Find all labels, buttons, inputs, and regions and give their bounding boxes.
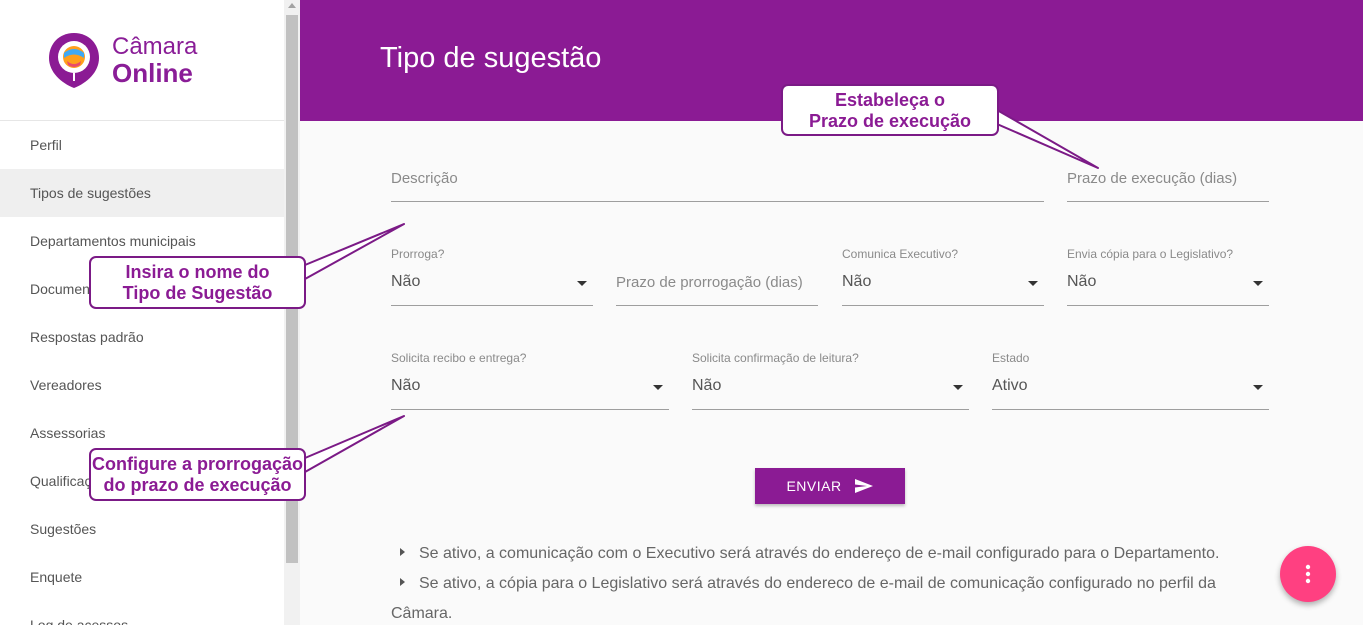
sidebar-item-respostas-padrao[interactable]: Respostas padrão: [0, 313, 284, 361]
prorroga-select[interactable]: Prorroga? Não: [391, 246, 593, 306]
chevron-down-icon: [653, 385, 663, 390]
sidebar: Câmara Online Perfil Tipos de sugestões …: [0, 0, 284, 625]
callout-prazo-line1: Estabeleça o: [834, 90, 946, 110]
chevron-down-icon: [1028, 281, 1038, 286]
prorroga-value: Não: [391, 273, 421, 290]
chevron-down-icon: [953, 385, 963, 390]
note-legislativo: Se ativo, a cópia para o Legislativo ser…: [400, 569, 1216, 599]
comunica-executivo-label: Comunica Executivo?: [842, 247, 959, 261]
chevron-down-icon: [1253, 385, 1263, 390]
sidebar-item-enquete[interactable]: Enquete: [0, 553, 284, 601]
solicita-confirmacao-select[interactable]: Solicita confirmação de leitura? Não: [692, 350, 969, 410]
callout-prazo-execucao: Estabeleça o Prazo de execução: [781, 84, 999, 136]
more-vert-icon: [1305, 564, 1311, 584]
callout-nome-line1: Insira o nome do: [125, 262, 270, 282]
callout-nome-line2: Tipo de Sugestão: [122, 283, 273, 303]
bullet-arrow-icon: [400, 548, 405, 556]
logo-line1: Câmara: [112, 33, 198, 60]
estado-label: Estado: [992, 351, 1030, 365]
sidebar-item-tipos-de-sugestoes[interactable]: Tipos de sugestões: [0, 169, 284, 217]
prazo-execucao-placeholder: Prazo de execução (dias): [1067, 170, 1238, 187]
enviar-button[interactable]: ENVIAR: [755, 468, 905, 504]
page-title: Tipo de sugestão: [380, 42, 602, 74]
sidebar-item-vereadores[interactable]: Vereadores: [0, 361, 284, 409]
solicita-recibo-label: Solicita recibo e entrega?: [391, 351, 527, 365]
solicita-recibo-select[interactable]: Solicita recibo e entrega? Não: [391, 350, 669, 410]
prazo-execucao-input[interactable]: Prazo de execução (dias): [1067, 165, 1269, 202]
estado-select[interactable]: Estado Ativo: [992, 350, 1269, 410]
comunica-executivo-value: Não: [842, 273, 872, 290]
envia-copia-select[interactable]: Envia cópia para o Legislativo? Não: [1067, 246, 1269, 306]
envia-copia-value: Não: [1067, 273, 1097, 290]
note-legislativo-cont: Câmara.: [391, 605, 453, 622]
sidebar-item-sugestoes[interactable]: Sugestões: [0, 505, 284, 553]
callout-nome-tipo: Insira o nome do Tipo de Sugestão: [89, 256, 306, 309]
prorroga-label: Prorroga?: [391, 247, 445, 261]
callout-prorrogacao-line1: Configure a prorrogação: [91, 454, 304, 474]
map-pin-globe-icon: [49, 33, 99, 88]
chevron-down-icon: [577, 281, 587, 286]
descricao-input[interactable]: Descrição: [391, 165, 1044, 202]
enviar-label: ENVIAR: [786, 478, 842, 494]
more-options-fab[interactable]: [1280, 546, 1336, 602]
note-legislativo-text: Se ativo, a cópia para o Legislativo ser…: [419, 575, 1216, 592]
descricao-placeholder: Descrição: [391, 170, 458, 187]
scroll-up-arrow-icon[interactable]: [288, 3, 296, 8]
envia-copia-label: Envia cópia para o Legislativo?: [1067, 247, 1234, 261]
chevron-down-icon: [1253, 281, 1263, 286]
prazo-prorrogacao-input[interactable]: Prazo de prorrogação (dias): [616, 246, 818, 306]
estado-value: Ativo: [992, 377, 1028, 394]
sidebar-nav: Perfil Tipos de sugestões Departamentos …: [0, 121, 284, 625]
logo-text: Câmara Online: [112, 33, 197, 87]
solicita-confirmacao-label: Solicita confirmação de leitura?: [692, 351, 859, 365]
sidebar-scrollbar[interactable]: [284, 0, 300, 625]
logo-line2: Online: [112, 58, 193, 88]
note-executivo-text: Se ativo, a comunicação com o Executivo …: [419, 545, 1220, 562]
prazo-prorrogacao-placeholder: Prazo de prorrogação (dias): [616, 274, 803, 291]
bullet-arrow-icon: [400, 578, 405, 586]
callout-prorrogacao: Configure a prorrogação do prazo de exec…: [89, 448, 306, 501]
app-logo[interactable]: Câmara Online: [0, 0, 284, 121]
callout-prorrogacao-line2: do prazo de execução: [103, 475, 292, 495]
callout-prazo-line2: Prazo de execução: [808, 111, 972, 131]
send-icon: [854, 479, 873, 493]
comunica-executivo-select[interactable]: Comunica Executivo? Não: [842, 246, 1044, 306]
solicita-confirmacao-value: Não: [692, 377, 722, 394]
sidebar-item-log-de-acessos[interactable]: Log de acessos: [0, 601, 284, 625]
sidebar-item-perfil[interactable]: Perfil: [0, 121, 284, 169]
note-executivo: Se ativo, a comunicação com o Executivo …: [400, 539, 1219, 569]
solicita-recibo-value: Não: [391, 377, 421, 394]
